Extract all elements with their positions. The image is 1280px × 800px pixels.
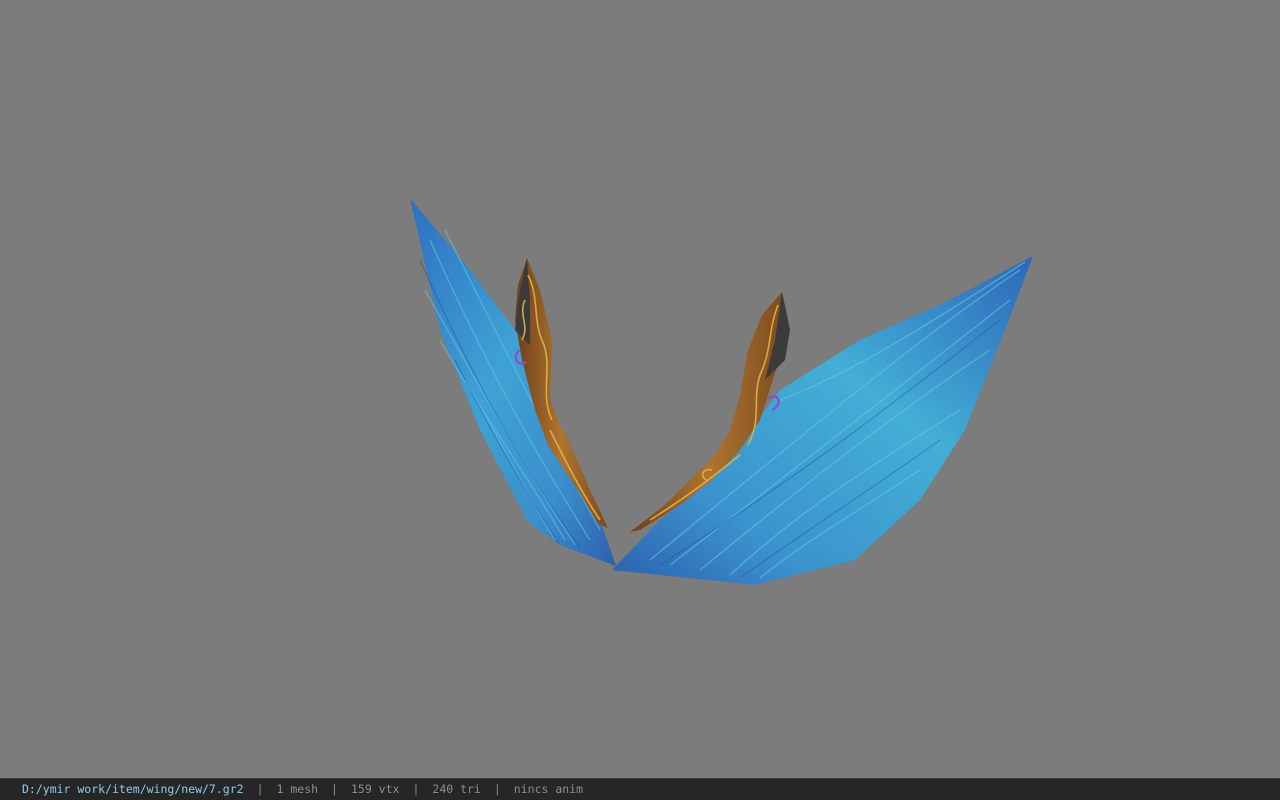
separator: |	[331, 781, 338, 796]
status-bar: D:/ymir work/item/wing/new/7.gr2 | 1 mes…	[0, 778, 1280, 800]
3d-viewport[interactable]	[0, 0, 1280, 778]
triangle-count-label: 240 tri	[432, 781, 481, 796]
separator: |	[412, 781, 420, 796]
vertex-count-label: 159 vtx	[350, 781, 400, 796]
left-wing-feathers	[410, 198, 616, 566]
wing-model	[410, 198, 1033, 585]
animation-label: nincs anim	[513, 781, 584, 796]
separator: |	[256, 781, 264, 796]
file-path-label: D:/ymir work/item/wing/new/7.gr2	[22, 781, 244, 796]
mesh-count-label: 1 mesh	[276, 781, 319, 796]
separator: |	[493, 781, 501, 796]
